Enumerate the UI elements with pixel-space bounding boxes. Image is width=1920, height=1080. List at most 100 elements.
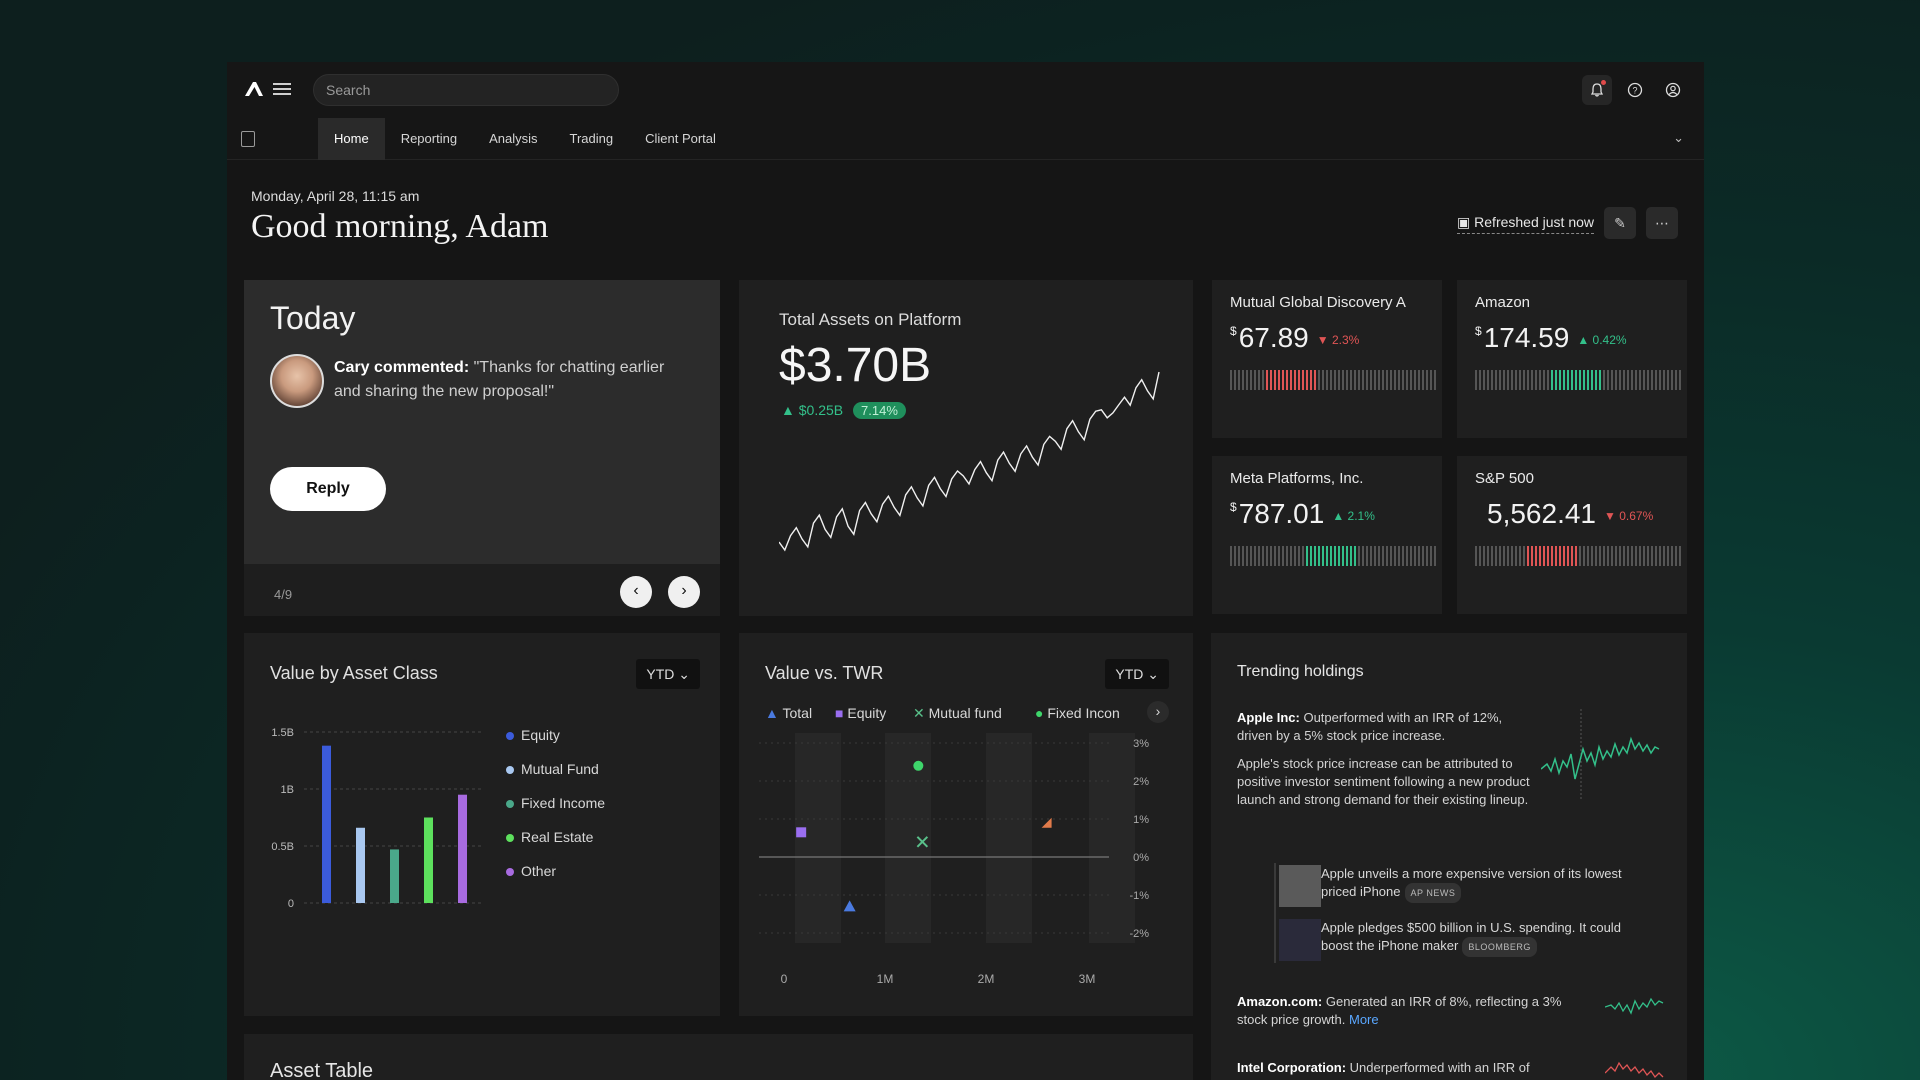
notification-bell-icon[interactable] [1582,75,1612,105]
user-profile-icon[interactable] [1658,75,1688,105]
commenter-name: Cary commented: [334,359,470,376]
level-tick [1394,546,1396,566]
level-tick [1631,370,1633,390]
stock-card-amazon[interactable]: Amazon $174.59 ▲ 0.42% [1457,280,1687,438]
trending-item-amazon[interactable]: Amazon.com: Generated an IRR of 8%, refl… [1237,993,1567,1029]
level-tick [1378,370,1380,390]
news-item[interactable]: Apple pledges $500 billion in U.S. spend… [1321,919,1651,957]
level-tick [1535,546,1537,566]
level-tick [1487,546,1489,566]
news-thumbnail[interactable] [1279,865,1321,907]
level-tick [1587,546,1589,566]
edit-button[interactable]: ✎ [1604,207,1636,239]
news-item[interactable]: Apple unveils a more expensive version o… [1321,865,1651,903]
level-tick [1426,546,1428,566]
level-tick [1475,370,1477,390]
level-tick [1507,546,1509,566]
tab-home[interactable]: Home [318,118,385,160]
column-band [795,733,841,943]
level-tick [1635,370,1637,390]
level-tick [1639,546,1641,566]
level-tick [1262,546,1264,566]
stock-price: $174.59 ▲ 0.42% [1475,322,1627,353]
previous-button[interactable]: ‹ [620,576,652,608]
help-icon[interactable]: ? [1620,75,1650,105]
period-dropdown[interactable]: YTD ⌄ [636,659,700,689]
level-tick [1230,370,1232,390]
stock-name: Mutual Global Discovery A [1230,294,1406,311]
level-tick [1378,546,1380,566]
level-tick [1527,370,1529,390]
reply-button[interactable]: Reply [270,467,386,511]
level-tick [1655,370,1657,390]
level-tick [1326,370,1328,390]
point-total [843,900,856,912]
search-input[interactable]: Search [313,74,619,106]
tab-trading[interactable]: Trading [553,118,629,160]
apple-sparkline [1541,709,1660,799]
asset-class-bar-chart: 0 0.5B 1B 1.5B [271,727,484,910]
hamburger-menu-icon[interactable] [273,80,291,98]
level-tick [1531,546,1533,566]
level-tick [1234,546,1236,566]
level-tick [1675,370,1677,390]
level-tick [1519,546,1521,566]
more-link[interactable]: More [1349,1012,1379,1027]
legend-swatch [506,868,514,877]
refresh-status[interactable]: ▣ Refreshed just now [1457,214,1594,234]
level-tick [1491,370,1493,390]
avatar[interactable] [270,354,324,408]
legend-equity: ■ Equity [835,705,887,721]
current-date: Monday, April 28, 11:15 am [251,188,420,204]
level-tick [1250,546,1252,566]
level-tick [1270,546,1272,566]
trending-item-intel[interactable]: Intel Corporation: Underperformed with a… [1237,1059,1567,1077]
stock-card-sp500[interactable]: S&P 500 5,562.41 ▼ 0.67% [1457,456,1687,614]
level-tick [1318,370,1320,390]
trending-item-apple[interactable]: Apple Inc: Outperformed with an IRR of 1… [1237,709,1537,745]
legend-next-button[interactable]: › [1147,701,1169,723]
legend-swatch [506,800,514,809]
level-tick [1579,370,1581,390]
more-options-button[interactable]: ⋯ [1646,207,1678,239]
level-tick [1274,546,1276,566]
y-tick-label: 1.5B [271,727,294,739]
news-thumbnail[interactable] [1279,919,1321,961]
chevron-right-icon: › [1155,703,1161,719]
column-band [1089,733,1135,943]
level-tick [1338,546,1340,566]
level-tick [1262,370,1264,390]
level-tick [1575,370,1577,390]
level-tick [1607,370,1609,390]
news-source-badge: AP NEWS [1404,883,1462,903]
level-tick [1535,370,1537,390]
level-tick [1370,370,1372,390]
logo-icon[interactable] [243,80,265,98]
level-tick [1238,370,1240,390]
level-tick [1234,370,1236,390]
tab-analysis[interactable]: Analysis [473,118,553,160]
sidebar-toggle-icon[interactable] [241,131,255,147]
level-tick [1499,370,1501,390]
level-tick [1595,546,1597,566]
tab-client-portal[interactable]: Client Portal [629,118,732,160]
level-tick [1615,370,1617,390]
level-tick [1350,370,1352,390]
intel-sparkline [1605,1061,1664,1079]
stock-level-bar [1475,370,1681,390]
chevron-down-icon[interactable]: ⌄ [1673,130,1684,146]
legend-fixed-income: ● Fixed Incon [1035,705,1120,721]
bar-other [458,794,467,903]
stock-card-meta[interactable]: Meta Platforms, Inc. $787.01 ▲ 2.1% [1212,456,1442,614]
level-tick [1426,370,1428,390]
stock-card-mutual-global[interactable]: Mutual Global Discovery A $67.89 ▼ 2.3% [1212,280,1442,438]
stock-level-bar [1230,370,1436,390]
period-dropdown[interactable]: YTD ⌄ [1105,659,1169,689]
legend-total: ▲ Total [765,705,813,721]
legend-swatch [506,834,514,843]
level-tick [1651,370,1653,390]
tab-reporting[interactable]: Reporting [385,118,473,160]
level-tick [1607,546,1609,566]
level-tick [1515,370,1517,390]
next-button[interactable]: › [668,576,700,608]
